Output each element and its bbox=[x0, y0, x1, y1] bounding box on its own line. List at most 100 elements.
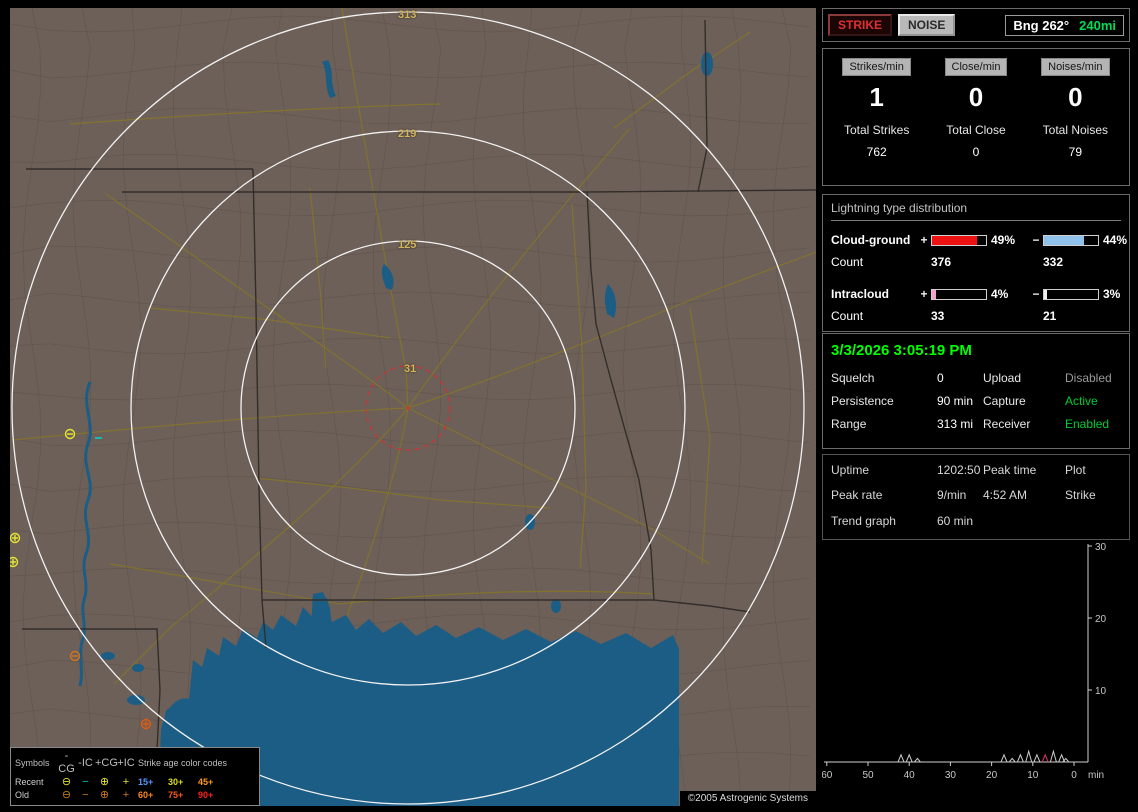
intracloud-row: Intracloud + 4% − 3% bbox=[831, 283, 1121, 305]
svg-text:20: 20 bbox=[986, 770, 998, 781]
range-label: Range bbox=[831, 417, 867, 431]
total-close-label: Total Close bbox=[946, 123, 1006, 137]
svg-text:10: 10 bbox=[1095, 686, 1107, 697]
status-panel: 3/3/2026 3:05:19 PM Squelch 0 Upload Dis… bbox=[822, 333, 1130, 449]
cg-minus-count: 332 bbox=[1043, 255, 1064, 269]
cloud-ground-count-row: Count 376 332 bbox=[831, 251, 1121, 273]
total-strikes-value: 762 bbox=[866, 145, 887, 159]
range-ring-label-125: 125 bbox=[398, 239, 417, 251]
neg-cg-old-icon: ⊖ bbox=[61, 789, 72, 801]
stat-strikes: Strikes/min 1 Total Strikes 762 bbox=[827, 57, 926, 177]
range-ring-label-219: 219 bbox=[398, 128, 417, 140]
age-code: 30+ bbox=[168, 777, 184, 787]
svg-text:0: 0 bbox=[1071, 770, 1077, 781]
status-value2-1: Active bbox=[1065, 394, 1098, 408]
count-label: Count bbox=[831, 309, 864, 323]
datetime: 3/3/2026 3:05:19 PM bbox=[831, 342, 972, 359]
uptime-label: Uptime bbox=[831, 463, 870, 477]
plot-value: Strike bbox=[1065, 488, 1096, 502]
legend-col-pos-ic: +IC bbox=[117, 756, 135, 769]
svg-text:20: 20 bbox=[1095, 614, 1107, 625]
peak-rate-label: Peak rate bbox=[831, 488, 883, 502]
plus-sign: + bbox=[920, 233, 928, 247]
strikes-per-min-value: 1 bbox=[869, 82, 884, 112]
svg-text:30: 30 bbox=[1095, 542, 1107, 553]
map-view[interactable]: 313 219 125 31 Symbols -CG -IC +CG +IC S… bbox=[10, 8, 816, 806]
trend-ticks bbox=[826, 545, 1092, 766]
svg-text:10: 10 bbox=[1027, 770, 1039, 781]
legend-row-label: Recent bbox=[15, 777, 44, 787]
trend-graph-window: 60 min bbox=[937, 514, 974, 528]
cloud-ground-label: Cloud-ground bbox=[831, 233, 911, 247]
ic-plus-count: 33 bbox=[931, 309, 945, 323]
intracloud-count-row: Count 33 21 bbox=[831, 305, 1121, 327]
pos-cg-recent-icon: ⊕ bbox=[99, 776, 110, 788]
cg-minus-pct: 44% bbox=[1103, 233, 1128, 247]
capture-label: Capture bbox=[983, 394, 1026, 408]
legend-row-0: Recent ⊖ − ⊕ + 15+ 30+ 45+ bbox=[15, 776, 255, 789]
svg-text:50: 50 bbox=[862, 770, 874, 781]
total-strikes-label: Total Strikes bbox=[843, 123, 910, 137]
ic-minus-bar bbox=[1043, 288, 1099, 300]
dist-row-1-plus-fill bbox=[932, 289, 936, 299]
bearing-label: Bng 262° bbox=[1013, 17, 1070, 33]
uptime-value: 1202:50 bbox=[937, 463, 981, 477]
total-noises-label: Total Noises bbox=[1042, 123, 1109, 137]
legend-col-neg-ic: -IC bbox=[78, 756, 93, 769]
cg-plus-pct: 49% bbox=[991, 233, 1016, 247]
neg-cg-recent-icon: ⊖ bbox=[61, 776, 72, 788]
copyright-text: ©2005 Astrogenic Systems bbox=[679, 791, 816, 806]
trend-graph: 60 50 40 30 20 10 0 30 20 10 min bbox=[822, 542, 1107, 781]
ic-plus-bar bbox=[931, 288, 987, 300]
stat-noises: Noises/min 0 Total Noises 79 bbox=[1026, 57, 1125, 177]
info-panel: Uptime 1202:50 Peak time Plot Peak rate … bbox=[822, 454, 1130, 540]
legend-col-pos-cg: +CG bbox=[95, 756, 118, 769]
bearing-range: 240mi bbox=[1079, 17, 1116, 33]
pos-ic-recent-icon: + bbox=[122, 776, 130, 788]
svg-text:min: min bbox=[1088, 770, 1104, 781]
trend-spikes bbox=[897, 749, 1070, 763]
ic-plus-pct: 4% bbox=[991, 287, 1009, 301]
ic-minus-count: 21 bbox=[1043, 309, 1057, 323]
age-code: 75+ bbox=[168, 790, 184, 800]
minus-sign: − bbox=[1032, 233, 1040, 247]
svg-text:60: 60 bbox=[822, 770, 833, 781]
minus-sign: − bbox=[1032, 287, 1040, 301]
legend-age-header: Strike age color codes bbox=[138, 757, 228, 768]
status-value2-2: Enabled bbox=[1065, 417, 1110, 431]
map-legend: Symbols -CG -IC +CG +IC Strike age color… bbox=[10, 747, 260, 806]
dist-row-0-plus-fill bbox=[932, 235, 977, 245]
legend-col-neg-cg: -CG bbox=[58, 750, 75, 775]
upload-label: Upload bbox=[983, 371, 1022, 385]
age-code: 90+ bbox=[198, 790, 214, 800]
strike-mode-button[interactable]: STRIKE bbox=[828, 14, 893, 36]
peak-time-value: 4:52 AM bbox=[983, 488, 1028, 502]
range-value: 313 mi bbox=[937, 417, 974, 431]
dist-row-1-minus-fill bbox=[1044, 289, 1047, 299]
close-per-min-value: 0 bbox=[968, 82, 984, 112]
legend-row-1: Old ⊖ − ⊕ + 60+ 75+ 90+ bbox=[15, 789, 255, 802]
peak-rate-value: 9/min bbox=[937, 488, 967, 502]
svg-text:30: 30 bbox=[945, 770, 957, 781]
total-noises-value: 79 bbox=[1068, 145, 1082, 159]
noise-mode-button[interactable]: NOISE bbox=[898, 14, 956, 36]
stats-panel: Strikes/min 1 Total Strikes 762 Close/mi… bbox=[822, 48, 1130, 186]
range-ring-label-313: 313 bbox=[398, 9, 417, 21]
status-value2-0: Disabled bbox=[1065, 371, 1112, 385]
side-panel: STRIKE NOISE Bng 262° 240mi Strikes/min … bbox=[822, 8, 1130, 806]
persistence-label: Persistence bbox=[831, 394, 894, 408]
dist-row-0-minus-fill bbox=[1044, 235, 1085, 245]
age-code: 60+ bbox=[138, 790, 154, 800]
plus-sign: + bbox=[920, 287, 928, 301]
plot-label: Plot bbox=[1065, 463, 1086, 477]
trend-labels: 60 50 40 30 20 10 0 30 20 10 min bbox=[822, 542, 1107, 781]
pos-ic-old-icon: + bbox=[122, 789, 130, 801]
squelch-value: 0 bbox=[937, 371, 944, 385]
cg-minus-bar bbox=[1043, 234, 1099, 246]
noises-per-min-chip: Noises/min bbox=[1041, 58, 1110, 76]
ic-minus-pct: 3% bbox=[1103, 287, 1121, 301]
receiver-label: Receiver bbox=[983, 417, 1031, 431]
distribution-title: Lightning type distribution bbox=[831, 201, 1121, 221]
persistence-value: 90 min bbox=[937, 394, 974, 408]
neg-ic-recent-icon: − bbox=[82, 776, 89, 788]
